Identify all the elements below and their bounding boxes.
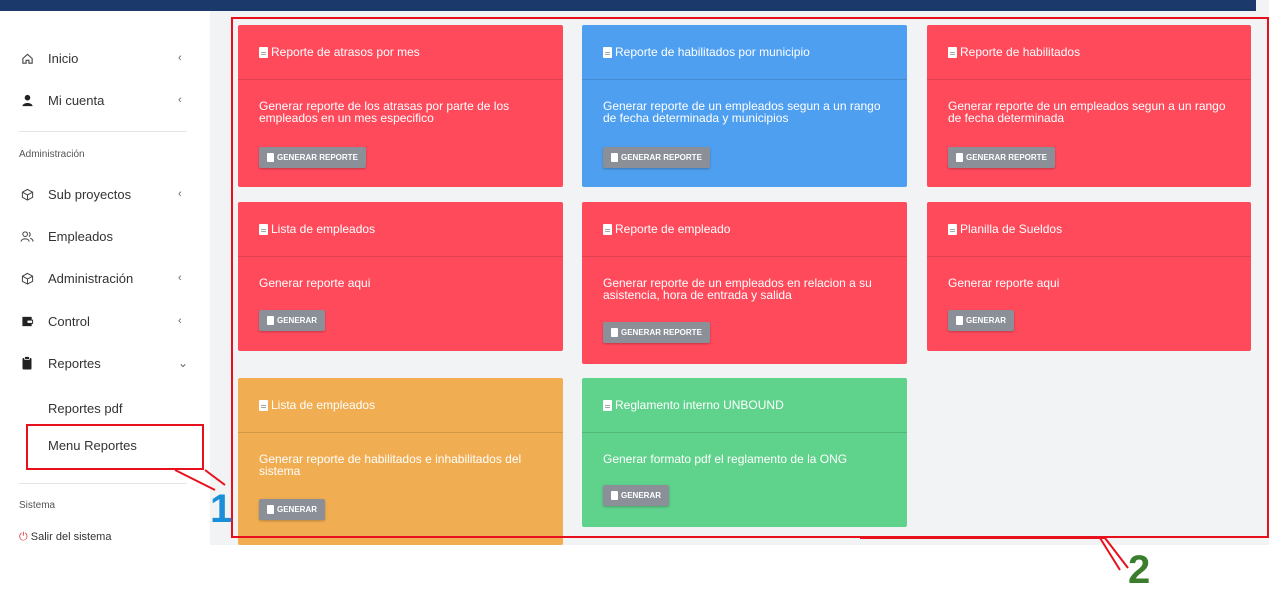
annotation-number-1: 1 xyxy=(210,487,233,531)
annotation-number-2: 2 xyxy=(1128,548,1151,592)
annotation-callout-lines xyxy=(174,469,1129,571)
